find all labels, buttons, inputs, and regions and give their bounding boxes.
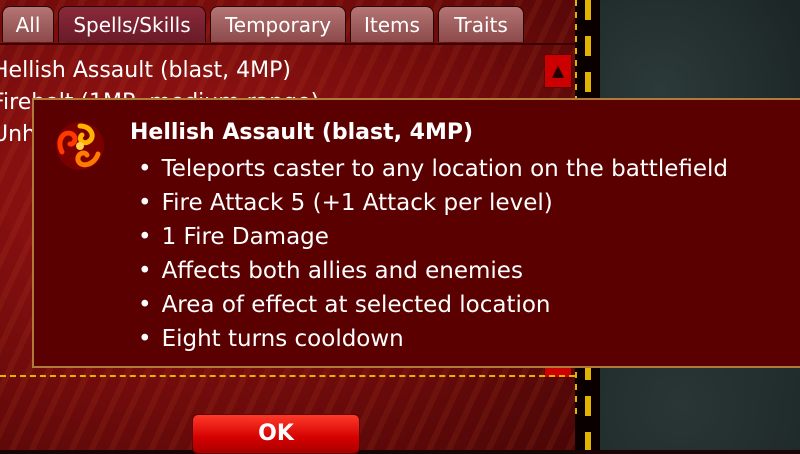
list-item[interactable]: Hellish Assault (blast, 4MP): [0, 55, 532, 87]
scroll-up-button[interactable]: ▲: [544, 54, 572, 88]
spell-tooltip: Hellish Assault (blast, 4MP) Teleports c…: [32, 98, 800, 368]
ok-button[interactable]: OK: [192, 414, 360, 454]
tab-traits[interactable]: Traits: [438, 6, 524, 42]
tab-spells-skills[interactable]: Spells/Skills: [58, 6, 206, 42]
tab-divider: [0, 43, 575, 45]
tooltip-line: Fire Attack 5 (+1 Attack per level): [138, 186, 728, 220]
fire-triskelion-icon: [56, 122, 104, 170]
tooltip-line: 1 Fire Damage: [138, 220, 728, 254]
list-frame-divider: [0, 375, 575, 377]
tooltip-title: Hellish Assault (blast, 4MP): [130, 120, 474, 145]
tooltip-line: Eight turns cooldown: [138, 322, 728, 356]
tooltip-line: Affects both allies and enemies: [138, 254, 728, 288]
tab-temporary[interactable]: Temporary: [210, 6, 346, 42]
triangle-up-icon: ▲: [551, 61, 565, 80]
tab-all[interactable]: All: [2, 6, 54, 42]
tooltip-line: Teleports caster to any location on the …: [138, 152, 728, 186]
tooltip-effects: Teleports caster to any location on the …: [138, 152, 728, 356]
tab-items[interactable]: Items: [350, 6, 434, 42]
tooltip-line: Area of effect at selected location: [138, 288, 728, 322]
